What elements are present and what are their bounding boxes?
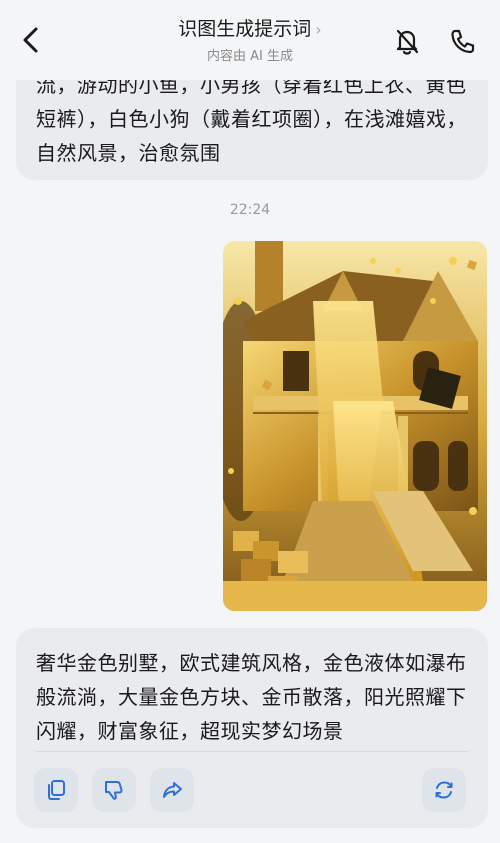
ai-generated-note: 内容由 AI 生成 [207,49,293,64]
ai-response-text: 奢华金色别墅，欧式建筑风格，金色液体如瀑布般流淌，大量金色方块、金币散落，阳光照… [36,651,467,743]
copy-icon [48,780,65,800]
mute-button[interactable] [390,24,424,58]
thumbs-down-icon [105,781,123,800]
chat-title-area[interactable]: 识图生成提示词 › 内容由 AI 生成 [0,14,500,64]
share-icon [163,782,182,798]
ai-response-bubble[interactable]: 奢华金色别墅，欧式建筑风格，金色液体如瀑布般流淌，大量金色方块、金币散落，阳光照… [16,628,488,828]
regenerate-button[interactable] [422,768,466,812]
golden-villa-image [223,241,487,611]
divider [36,751,468,752]
chat-header: 识图生成提示词 › 内容由 AI 生成 [0,0,500,80]
uploaded-image[interactable] [223,241,487,611]
chevron-right-icon: › [315,20,322,39]
bell-off-icon [396,29,419,55]
chat-title: 识图生成提示词 › [178,18,322,40]
copy-button[interactable] [34,768,78,812]
previous-message-text: 流，游动的小鱼，小男孩（穿着红色上衣、黄色短裤），白色小狗（戴着红项圈），在浅滩… [36,73,467,165]
message-timestamp: 22:24 [229,202,271,218]
phone-icon [451,29,475,54]
share-button[interactable] [150,768,194,812]
refresh-icon [435,781,453,799]
call-button[interactable] [446,24,480,58]
dislike-button[interactable] [92,768,136,812]
